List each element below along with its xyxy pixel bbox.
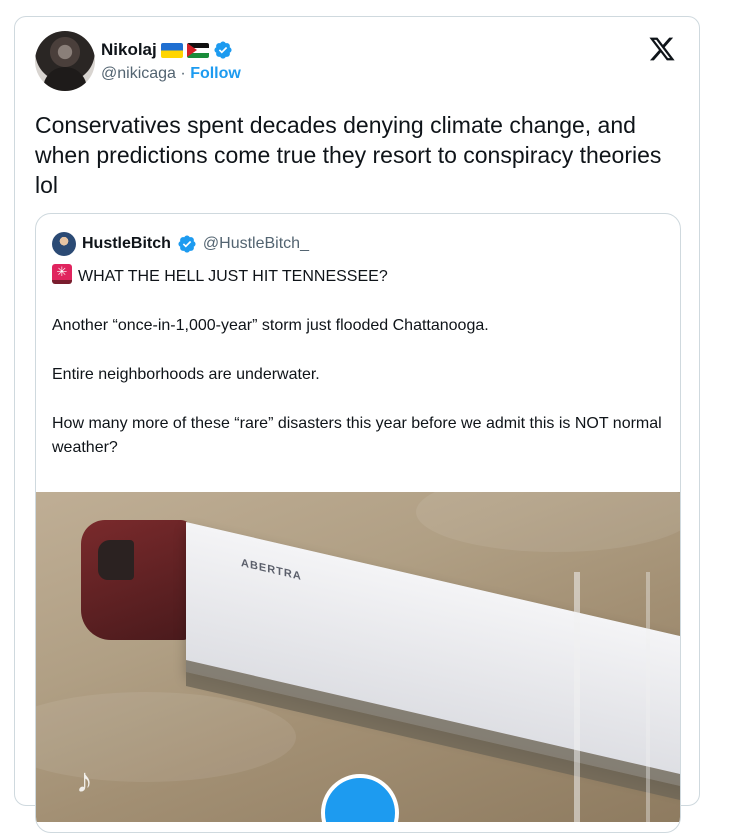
sign-pole bbox=[646, 572, 650, 822]
quoted-video-thumbnail[interactable]: ABERTRA ♪ bbox=[36, 492, 680, 822]
quoted-paragraph: How many more of these “rare” disasters … bbox=[52, 415, 662, 456]
author-avatar[interactable] bbox=[35, 31, 95, 91]
quoted-headline: WHAT THE HELL JUST HIT TENNESSEE? bbox=[52, 264, 666, 289]
siren-icon bbox=[52, 264, 72, 284]
tweet-card[interactable]: Nikolaj @nikicaga · Follow Conservatives… bbox=[14, 16, 700, 833]
truck-cab bbox=[81, 520, 191, 640]
quoted-author-avatar[interactable] bbox=[52, 232, 76, 256]
sign-pole bbox=[574, 572, 580, 822]
verified-badge-icon bbox=[214, 41, 232, 59]
quoted-paragraph: Entire neighborhoods are underwater. bbox=[52, 366, 320, 383]
water-ripple bbox=[36, 692, 296, 782]
author-handle-row: @nikicaga · Follow bbox=[101, 65, 241, 83]
quoted-author-handle[interactable]: @HustleBitch_ bbox=[203, 235, 309, 253]
quoted-headline-text: WHAT THE HELL JUST HIT TENNESSEE? bbox=[78, 268, 388, 285]
author-name[interactable]: Nikolaj bbox=[101, 40, 157, 60]
truck-cab-window bbox=[98, 540, 134, 580]
verified-badge-icon bbox=[178, 235, 196, 253]
tweet-text: Conservatives spent decades denying clim… bbox=[35, 112, 662, 198]
quoted-tweet[interactable]: HustleBitch @HustleBitch_ WHAT THE HELL … bbox=[35, 213, 681, 833]
quoted-author-name[interactable]: HustleBitch bbox=[82, 235, 171, 253]
palestine-flag-icon bbox=[186, 42, 209, 58]
tiktok-watermark-icon: ♪ bbox=[76, 762, 93, 800]
x-logo-icon[interactable] bbox=[647, 35, 677, 63]
handle-separator: · bbox=[180, 65, 186, 82]
quoted-paragraph: Another “once-in-1,000-year” storm just … bbox=[52, 317, 489, 334]
author-name-row: Nikolaj bbox=[101, 39, 241, 61]
author-handle[interactable]: @nikicaga bbox=[101, 65, 176, 82]
author-block: Nikolaj @nikicaga · Follow bbox=[101, 39, 241, 83]
video-play-button[interactable] bbox=[321, 774, 399, 822]
quoted-tweet-body: WHAT THE HELL JUST HIT TENNESSEE? Anothe… bbox=[52, 264, 666, 485]
quoted-tweet-header: HustleBitch @HustleBitch_ bbox=[52, 232, 309, 256]
water-ripple bbox=[416, 492, 680, 552]
follow-button[interactable]: Follow bbox=[190, 65, 241, 82]
ukraine-flag-icon bbox=[160, 42, 183, 58]
